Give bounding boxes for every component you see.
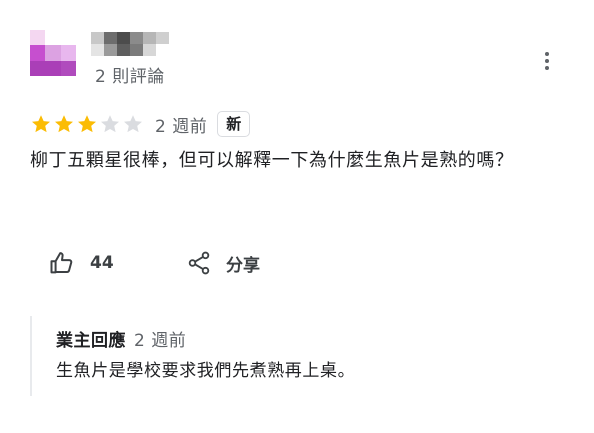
like-button[interactable]: 44 xyxy=(48,249,114,277)
more-options-button[interactable] xyxy=(537,48,557,74)
star-icon xyxy=(32,115,50,133)
star-icon xyxy=(78,115,96,133)
new-badge: 新 xyxy=(217,111,251,137)
owner-reply-title: 業主回應 xyxy=(56,331,126,351)
owner-reply-text: 生魚片是學校要求我們先煮熟再上桌。 xyxy=(56,361,356,381)
share-label: 分享 xyxy=(226,255,260,276)
review-text: 柳丁五顆星很棒，但可以解釋一下為什麼生魚片是熟的嗎？ xyxy=(30,150,514,171)
review-count: 2 則評論 xyxy=(95,67,165,87)
like-count: 44 xyxy=(90,253,114,273)
star-icon xyxy=(55,115,73,133)
owner-reply: 業主回應 2 週前 生魚片是學校要求我們先煮熟再上桌。 xyxy=(30,316,552,396)
review-card: 2 則評論 2 週前 新 柳丁五顆星很棒，但可以解釋一下為什麼生魚片是熟的嗎？ … xyxy=(0,0,594,433)
reviewer-name-redacted[interactable] xyxy=(91,32,169,56)
owner-reply-header: 業主回應 2 週前 xyxy=(56,326,186,351)
star-icon xyxy=(101,115,119,133)
thumbs-up-icon xyxy=(50,252,73,274)
star-rating xyxy=(30,113,144,135)
owner-reply-date: 2 週前 xyxy=(134,331,187,351)
reviewer-avatar[interactable] xyxy=(30,30,76,76)
share-icon xyxy=(188,251,210,275)
more-vert-icon xyxy=(545,52,549,56)
star-icon xyxy=(124,115,142,133)
share-button[interactable]: 分享 xyxy=(186,249,260,277)
review-date: 2 週前 xyxy=(155,116,208,137)
rating-row: 2 週前 新 xyxy=(30,110,251,138)
